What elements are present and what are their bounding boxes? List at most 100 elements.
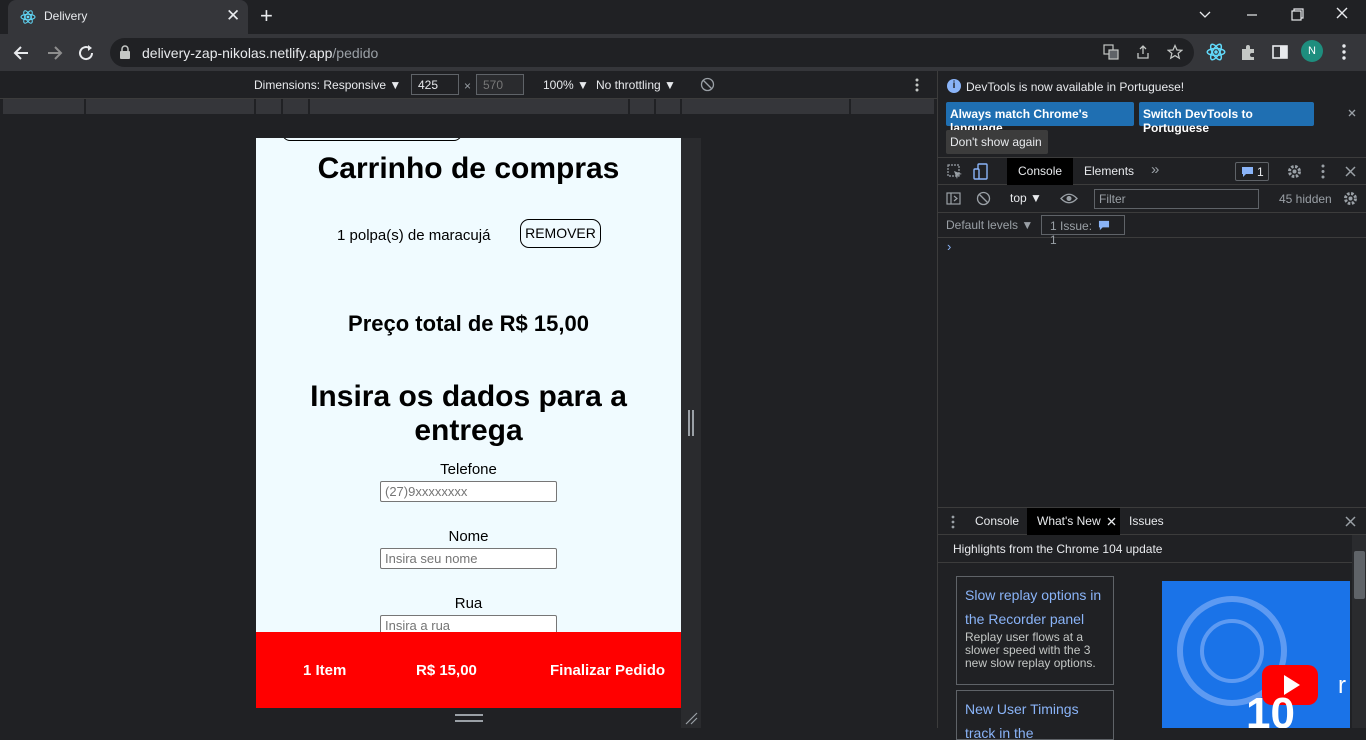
console-settings-icon[interactable]	[1342, 190, 1359, 207]
issues-count: 1	[1257, 165, 1264, 179]
console-prompt-icon[interactable]: ›	[947, 239, 951, 254]
tab-strip: Delivery ✕ +	[0, 0, 1366, 34]
infobar-message: DevTools is now available in Portuguese!	[966, 80, 1185, 94]
more-tabs-icon[interactable]: »	[1151, 161, 1159, 178]
avatar[interactable]: N	[1301, 40, 1323, 62]
switch-to-portuguese-button[interactable]: Switch DevTools to Portuguese	[1139, 102, 1314, 135]
back-icon[interactable]	[12, 43, 32, 63]
resize-corner-icon[interactable]	[684, 711, 698, 725]
inspect-element-icon[interactable]	[947, 164, 963, 180]
tab-elements[interactable]: Elements	[1084, 164, 1134, 178]
always-match-language-button[interactable]: Always match Chrome's language	[946, 102, 1134, 135]
window-close-icon[interactable]	[1327, 5, 1357, 23]
scrollbar-thumb[interactable]	[1354, 551, 1365, 599]
finish-order-button[interactable]: Finalizar Pedido	[550, 662, 665, 679]
react-devtools-icon[interactable]	[1206, 42, 1226, 62]
card-title[interactable]: Slow replay options in the Recorder pane…	[965, 583, 1105, 631]
issues-counter[interactable]: 1	[1235, 162, 1269, 181]
resize-handle-right[interactable]	[688, 410, 694, 436]
eye-icon[interactable]	[1060, 192, 1078, 205]
default-levels-dropdown[interactable]: Default levels ▼	[946, 218, 1033, 232]
menu-kebab-icon[interactable]	[1336, 43, 1352, 61]
media-query-segment[interactable]	[656, 99, 680, 114]
filter-input[interactable]: Filter	[1094, 189, 1259, 209]
width-input[interactable]: 425	[411, 74, 459, 95]
restore-icon[interactable]	[1282, 7, 1312, 23]
media-query-segment[interactable]	[283, 99, 308, 114]
context-selector[interactable]: top ▼	[1010, 191, 1042, 205]
tab-console-label: Console	[1018, 164, 1063, 178]
lock-icon	[120, 45, 130, 59]
message-icon	[1099, 220, 1110, 231]
partial-button[interactable]	[282, 138, 462, 141]
url-text: delivery-zap-nikolas.netlify.app/pedido	[142, 45, 378, 61]
rotate-icon[interactable]	[700, 77, 715, 92]
issues-button[interactable]: 1 Issue: 1	[1041, 215, 1125, 247]
issue-count: 1	[1050, 233, 1057, 247]
hidden-count: 45 hidden	[1279, 192, 1332, 206]
whats-new-card[interactable]: New User Timings track in the	[956, 690, 1114, 740]
zoom-dropdown[interactable]: 100% ▼	[543, 78, 589, 92]
tab-title: Delivery	[44, 9, 88, 23]
media-query-segment[interactable]	[3, 99, 84, 114]
media-query-segment[interactable]	[630, 99, 654, 114]
drawer-menu-icon[interactable]	[948, 514, 958, 530]
drawer-tab-issues[interactable]: Issues	[1129, 514, 1164, 528]
devtools-close-icon[interactable]	[1344, 165, 1357, 178]
device-toggle-icon[interactable]	[973, 163, 989, 181]
translate-icon[interactable]	[1103, 44, 1119, 60]
extensions-icon[interactable]	[1239, 43, 1257, 61]
video-thumbnail[interactable]: r 10	[1162, 581, 1350, 728]
info-icon: i	[947, 79, 961, 93]
tab-console[interactable]: Console	[1007, 158, 1073, 185]
street-label: Rua	[454, 595, 483, 612]
new-tab-button[interactable]: +	[260, 5, 273, 27]
media-query-segment[interactable]	[851, 99, 934, 114]
message-icon	[1242, 167, 1253, 177]
devtools-menu-icon[interactable]	[1317, 163, 1329, 180]
media-query-segment[interactable]	[256, 99, 281, 114]
name-input[interactable]: Insira seu nome	[380, 548, 557, 569]
console-levels-bar: Default levels ▼ 1 Issue: 1	[938, 213, 1366, 247]
device-more-icon[interactable]	[910, 77, 924, 93]
media-query-bar	[0, 99, 937, 115]
browser-tab[interactable]: Delivery ✕	[8, 0, 248, 34]
media-query-segment[interactable]	[86, 99, 254, 114]
share-icon[interactable]	[1135, 44, 1151, 60]
infobar-close-icon[interactable]	[1347, 108, 1357, 118]
total-price: Preço total de R$ 15,00	[348, 311, 589, 336]
remove-button[interactable]: REMOVER	[520, 219, 601, 248]
side-panel-icon[interactable]	[1271, 43, 1289, 61]
drawer-tab-whats-new[interactable]: What's New	[1027, 508, 1120, 535]
media-query-segment[interactable]	[310, 99, 628, 114]
settings-gear-icon[interactable]	[1286, 163, 1303, 180]
throttling-dropdown[interactable]: No throttling ▼	[596, 78, 676, 92]
chevron-down-icon[interactable]	[1190, 7, 1220, 23]
issue-label: 1 Issue:	[1050, 219, 1093, 233]
resize-handle-bottom[interactable]	[455, 714, 483, 722]
height-input[interactable]: 570	[476, 74, 524, 95]
drawer-tab-console[interactable]: Console	[975, 514, 1019, 528]
whats-new-close-icon[interactable]	[1107, 517, 1116, 526]
dont-show-again-button[interactable]: Don't show again	[946, 130, 1048, 154]
dimensions-dropdown[interactable]: Dimensions: Responsive ▼	[254, 78, 401, 92]
reload-icon[interactable]	[76, 43, 96, 63]
tab-close-icon[interactable]: ✕	[226, 7, 240, 25]
cart-title: Carrinho de compras	[317, 152, 620, 185]
drawer-close-icon[interactable]	[1344, 515, 1357, 528]
language-infobar: i DevTools is now available in Portugues…	[938, 71, 1366, 157]
phone-input[interactable]: (27)9xxxxxxxx	[380, 481, 557, 502]
clear-console-icon[interactable]	[976, 191, 991, 206]
address-bar[interactable]: delivery-zap-nikolas.netlify.app/pedido	[110, 38, 1194, 67]
minimize-icon[interactable]	[1237, 7, 1267, 23]
card-title[interactable]: New User Timings track in the	[965, 697, 1105, 739]
media-query-segment[interactable]	[682, 99, 849, 114]
card-description: Replay user flows at a slower speed with…	[965, 630, 1096, 670]
forward-icon[interactable]	[44, 43, 64, 63]
device-toolbar: Dimensions: Responsive ▼ 425 × 570 100% …	[0, 71, 937, 99]
drawer-scrollbar[interactable]	[1352, 535, 1366, 728]
emulated-page: Carrinho de compras 1 polpa(s) de maracu…	[256, 138, 681, 708]
sidebar-toggle-icon[interactable]	[946, 191, 961, 206]
bookmark-star-icon[interactable]	[1167, 44, 1183, 60]
whats-new-card[interactable]: Slow replay options in the Recorder pane…	[956, 576, 1114, 685]
